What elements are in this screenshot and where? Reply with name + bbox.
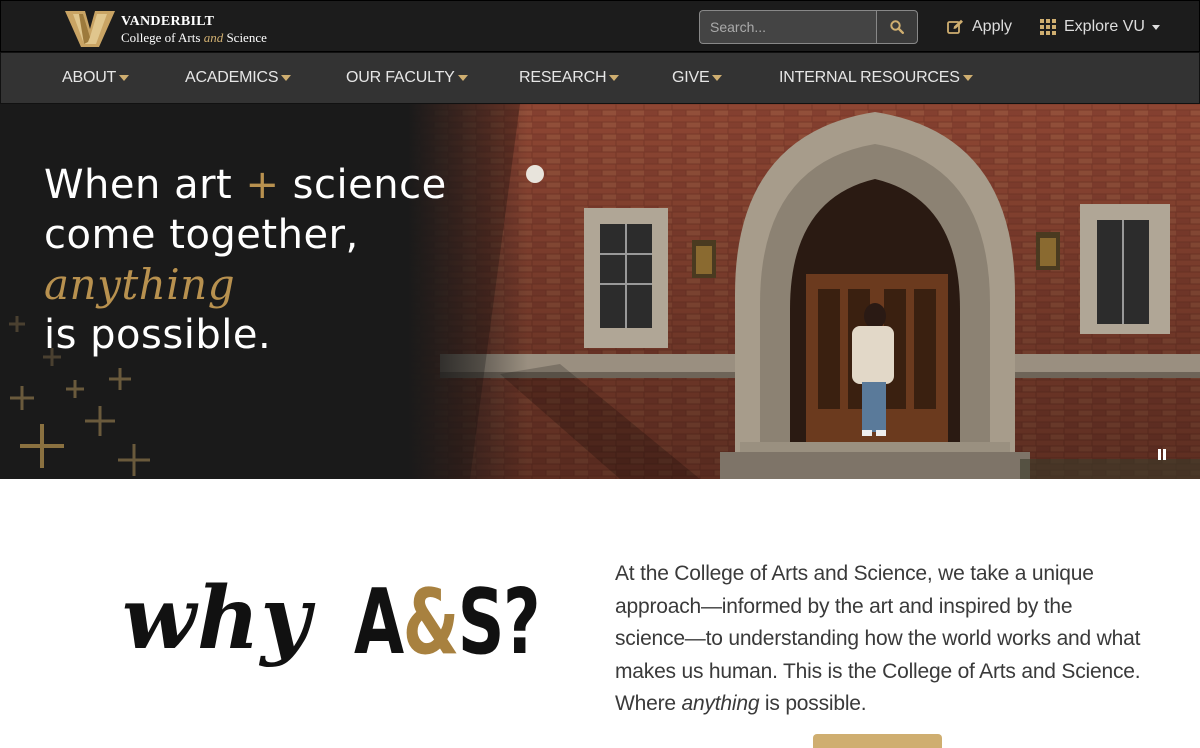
why-as-graphic: why A&S? — [122, 568, 542, 698]
nav-item-our-faculty[interactable]: OUR FACULTY — [346, 53, 468, 103]
explore-label: Explore VU — [1064, 18, 1145, 35]
apply-label: Apply — [972, 18, 1013, 35]
hero-line-4: is possible. — [44, 312, 272, 358]
search-button[interactable] — [876, 10, 918, 44]
intro-paragraph: At the College of Arts and Science, we t… — [615, 558, 1145, 721]
intro-text-end: is possible. — [759, 692, 867, 715]
grid-icon — [1040, 19, 1056, 35]
nav-item-research[interactable]: RESEARCH — [519, 53, 620, 103]
hero-headline: When art + science come together, anythi… — [44, 160, 447, 360]
search-input[interactable] — [699, 10, 876, 44]
hero-line-2: come together, — [44, 212, 359, 258]
caret-down-icon — [962, 75, 973, 81]
why-letter-a: A — [354, 570, 404, 675]
nav-item-academics[interactable]: ACADEMICS — [185, 53, 292, 103]
learn-more-button[interactable] — [813, 734, 942, 748]
edit-icon — [947, 19, 964, 35]
pause-video-button[interactable] — [1158, 449, 1170, 461]
caret-down-icon — [609, 75, 620, 81]
chevron-down-icon — [1151, 24, 1160, 30]
nav-item-about[interactable]: ABOUT — [62, 53, 130, 103]
logo-sub-and: and — [203, 29, 224, 45]
hero-line-3: anything — [44, 260, 236, 309]
nav-label: ACADEMICS — [185, 69, 279, 86]
hero-text-art: When art — [44, 162, 233, 208]
nav-label: RESEARCH — [519, 69, 607, 86]
search-form — [699, 10, 918, 44]
nav-label: INTERNAL RESOURCES — [779, 69, 960, 86]
caret-down-icon — [119, 75, 130, 81]
main-navigation: ABOUT ACADEMICS OUR FACULTY RESEARCH GIV… — [0, 52, 1200, 104]
top-header: VANDERBILT College of Arts and Science A… — [0, 0, 1200, 52]
logo-sub-prefix: College of Arts — [121, 29, 201, 45]
search-icon — [890, 20, 904, 34]
explore-vu-dropdown[interactable]: Explore VU — [1040, 1, 1160, 53]
hero-banner: When art + science come together, anythi… — [0, 104, 1200, 479]
intro-emphasis: anything — [681, 692, 760, 715]
nav-label: OUR FACULTY — [346, 69, 455, 86]
caret-down-icon — [712, 75, 723, 81]
vanderbilt-logo[interactable]: VANDERBILT College of Arts and Science — [63, 9, 267, 49]
logo-text: VANDERBILT College of Arts and Science — [121, 13, 267, 44]
hero-text-science: science — [292, 162, 447, 208]
hero-line-1: When art + science — [44, 160, 447, 210]
nav-label: ABOUT — [62, 69, 117, 86]
nav-item-give[interactable]: GIVE — [672, 53, 723, 103]
nav-item-internal-resources[interactable]: INTERNAL RESOURCES — [779, 53, 973, 103]
why-ampersand: & — [402, 570, 460, 675]
caret-down-icon — [281, 75, 292, 81]
why-as-letters: A&S? — [354, 570, 541, 675]
hero-plus: + — [245, 162, 280, 208]
vanderbilt-v-logo-icon — [65, 11, 115, 47]
apply-link[interactable]: Apply — [947, 1, 1012, 53]
logo-sub-suffix: Science — [226, 29, 267, 45]
nav-label: GIVE — [672, 69, 710, 86]
why-word: why — [122, 568, 312, 669]
logo-name: VANDERBILT — [121, 13, 215, 29]
caret-down-icon — [457, 75, 468, 81]
pause-icon — [1158, 449, 1161, 460]
why-letter-s: S? — [457, 570, 541, 675]
logo-subtitle: College of Arts and Science — [121, 31, 267, 44]
